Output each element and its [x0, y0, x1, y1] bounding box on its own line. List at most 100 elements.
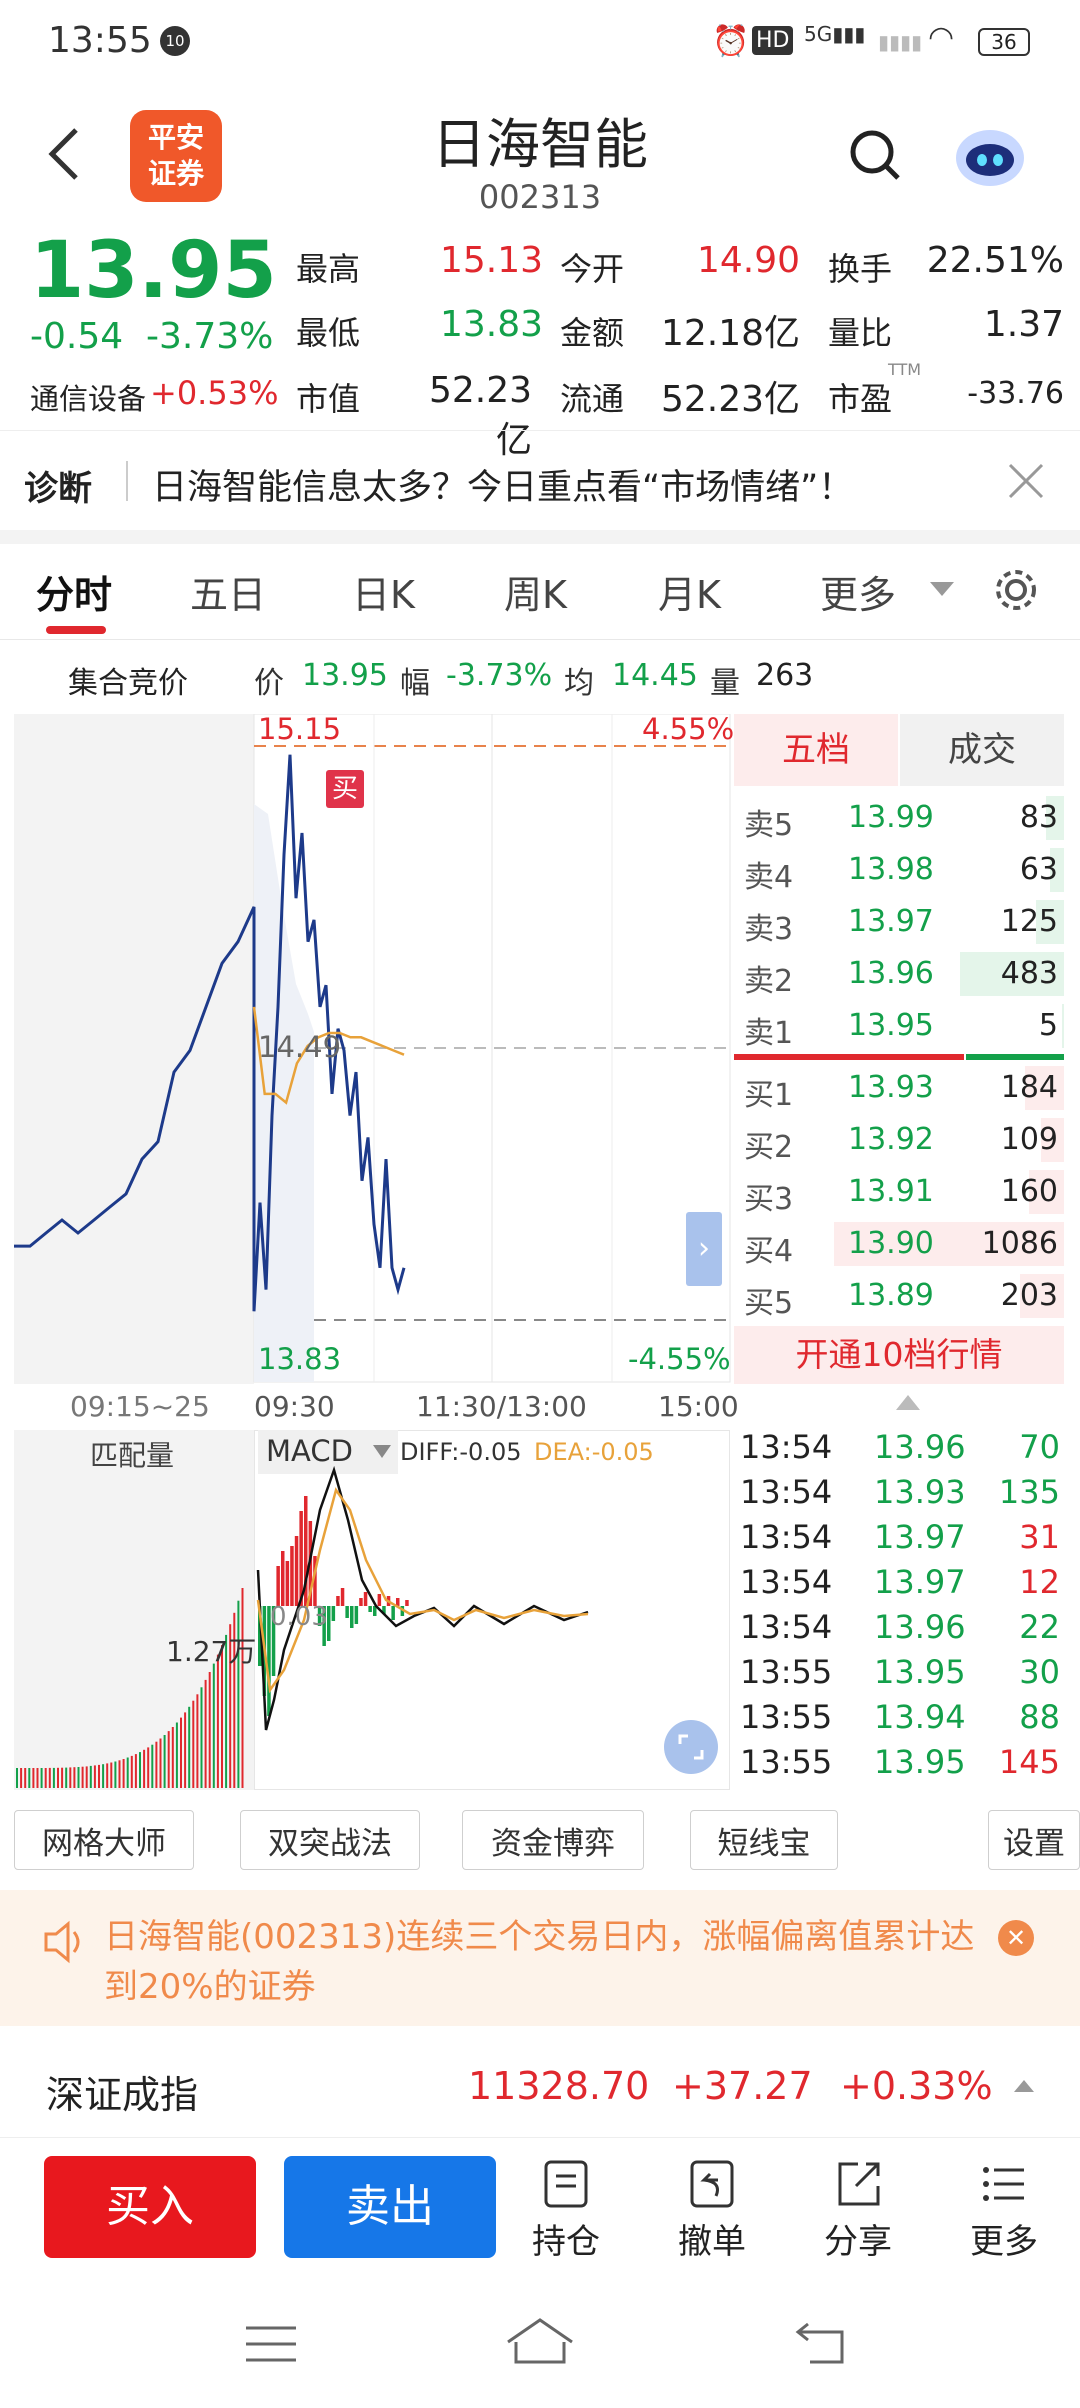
- open-10-levels-button[interactable]: 开通10档行情: [734, 1326, 1064, 1384]
- trade-price: 13.95: [874, 1743, 966, 1781]
- level-price: 13.90: [848, 1226, 934, 1261]
- chevron-down-icon[interactable]: [928, 580, 956, 600]
- trade-volume: 30: [1019, 1653, 1060, 1691]
- last-price: 13.95: [30, 226, 277, 316]
- tab-daily-k[interactable]: 日K: [352, 564, 415, 619]
- gear-icon[interactable]: [992, 566, 1040, 614]
- ask-level-row[interactable]: 卖3 13.97 125: [734, 896, 1064, 948]
- auction-area: [14, 714, 254, 1384]
- trade-row: 13:55 13.94 88: [736, 1696, 1066, 1741]
- trade-row: 13:55 13.95 145: [736, 1741, 1066, 1786]
- collapse-up-icon[interactable]: [894, 1392, 922, 1412]
- risk-notice[interactable]: 日海智能(002313)连续三个交易日内，涨幅偏离值累计达到20%的证券 ✕: [0, 1890, 1080, 2026]
- bid-level-row[interactable]: 买2 13.92 109: [734, 1114, 1064, 1166]
- macd-zero-label: 0.03: [270, 1602, 328, 1632]
- trade-time: 13:54: [740, 1563, 833, 1601]
- grid-master-button[interactable]: 网格大师: [14, 1810, 194, 1870]
- diagnosis-text[interactable]: 日海智能信息太多？今日重点看“市场情绪”！: [152, 459, 853, 510]
- ask-level-row[interactable]: 卖4 13.98 63: [734, 844, 1064, 896]
- quote-panel: 13.95 -0.54 -3.73% 通信设备 +0.53% 最高 15.13 …: [0, 226, 1080, 461]
- diagnosis-banner[interactable]: 诊断 日海智能信息太多？今日重点看“市场情绪”！: [0, 430, 1080, 530]
- auction-volume-bar: [139, 1752, 141, 1788]
- auction-volume-bar: [118, 1760, 121, 1788]
- trade-time: 13:54: [740, 1608, 833, 1646]
- share-button[interactable]: 分享: [808, 2158, 908, 2268]
- holdings-button[interactable]: 持仓: [516, 2158, 616, 2268]
- back-icon[interactable]: [44, 124, 84, 184]
- ask-level-row[interactable]: 卖1 13.95 5: [734, 1000, 1064, 1052]
- auction-volume-bar: [52, 1767, 55, 1788]
- back-nav-icon[interactable]: [794, 2318, 850, 2368]
- bid-levels: 买1 13.93 184 买2 13.92 109 买3 13.91 160 买4 13.90 108…: [734, 1062, 1064, 1326]
- sector-change: +0.53%: [150, 374, 279, 412]
- auction-volume-bar: [155, 1741, 158, 1788]
- tab-more[interactable]: 更多: [820, 564, 896, 619]
- bottom-action-bar: 买入 卖出 持仓 撤单 分享 更多: [0, 2140, 1080, 2280]
- auction-volume-bar: [102, 1764, 105, 1788]
- buy-marker[interactable]: 买: [326, 770, 364, 808]
- level-volume: 63: [1019, 852, 1058, 887]
- tab-monthly-k[interactable]: 月K: [658, 564, 721, 619]
- period-tabs: 分时 五日 日K 周K 月K 更多: [0, 544, 1080, 640]
- tab-intraday[interactable]: 分时: [36, 564, 112, 619]
- level-price: 13.91: [848, 1174, 934, 1209]
- trade-time: 13:55: [740, 1653, 833, 1691]
- search-icon[interactable]: [846, 126, 902, 186]
- cancel-label: 撤单: [678, 2222, 746, 2262]
- float-value: 52.23亿: [660, 379, 800, 420]
- cancel-order-button[interactable]: 撤单: [662, 2158, 762, 2268]
- fund-game-button[interactable]: 资金博弈: [462, 1810, 644, 1870]
- broker-logo[interactable]: 平安 证券: [130, 110, 222, 202]
- trade-volume: 31: [1019, 1518, 1060, 1556]
- index-ticker[interactable]: 深证成指 11328.70 +37.27 +0.33%: [0, 2032, 1080, 2138]
- settings-button[interactable]: 设置: [988, 1810, 1080, 1870]
- bid-level-row[interactable]: 买5 13.89 203: [734, 1270, 1064, 1322]
- level-volume: 160: [1000, 1174, 1058, 1209]
- auction-volume-bar: [237, 1600, 240, 1788]
- macd-bar: [391, 1606, 395, 1620]
- low-value: 13.83: [440, 304, 544, 345]
- tab-five-levels[interactable]: 五档: [734, 714, 898, 786]
- level-volume: 184: [1000, 1070, 1058, 1105]
- sell-button[interactable]: 卖出: [284, 2156, 496, 2258]
- trade-row: 13:55 13.95 30: [736, 1651, 1066, 1696]
- bid-level-row[interactable]: 买4 13.90 1086: [734, 1218, 1064, 1270]
- expand-up-icon[interactable]: [1012, 2078, 1036, 2094]
- auction-volume-bars: [16, 1588, 244, 1788]
- holdings-label: 持仓: [532, 2222, 600, 2262]
- info-range: -3.73%: [446, 658, 553, 693]
- macd-panel[interactable]: 匹配量 MACD DIFF:-0.05 DEA:-0.05 0.03 1.27万: [14, 1430, 732, 1790]
- more-button[interactable]: 更多: [954, 2158, 1054, 2268]
- tab-weekly-k[interactable]: 周K: [504, 564, 567, 619]
- auction-volume-bar: [159, 1738, 162, 1788]
- auction-volume-bar: [122, 1759, 125, 1788]
- trade-price: 13.97: [874, 1563, 966, 1601]
- tab-five-day[interactable]: 五日: [190, 564, 266, 619]
- logo-line2: 证券: [147, 157, 204, 190]
- short-line-button[interactable]: 短线宝: [690, 1810, 838, 1870]
- home-icon[interactable]: [504, 2314, 576, 2368]
- close-notice-icon[interactable]: ✕: [998, 1920, 1034, 1956]
- sector-label[interactable]: 通信设备: [30, 376, 146, 418]
- amount-value: 12.18亿: [660, 313, 800, 354]
- menu-list-icon: [983, 2167, 1024, 2201]
- trade-row: 13:54 13.96 70: [736, 1426, 1066, 1471]
- top-price-label: 15.15: [258, 712, 342, 746]
- bid-level-row[interactable]: 买3 13.91 160: [734, 1166, 1064, 1218]
- close-icon[interactable]: [1006, 461, 1046, 501]
- bid-level-row[interactable]: 买1 13.93 184: [734, 1062, 1064, 1114]
- robot-assistant-icon[interactable]: [950, 120, 1030, 192]
- double-break-button[interactable]: 双突战法: [240, 1810, 420, 1870]
- fullscreen-icon[interactable]: [664, 1720, 718, 1774]
- expand-panel-icon[interactable]: ›: [686, 1212, 722, 1286]
- function-buttons: 网格大师 双突战法 资金博弈 短线宝 设置: [0, 1800, 1080, 1876]
- recent-apps-icon[interactable]: [244, 2322, 298, 2366]
- macd-bar: [377, 1594, 382, 1606]
- ask-levels: 卖5 13.99 83 卖4 13.98 63 卖3 13.97 125 卖2 13.96 483 卖1…: [734, 792, 1064, 1056]
- ask-level-row[interactable]: 卖2 13.96 483: [734, 948, 1064, 1000]
- tab-trades[interactable]: 成交: [900, 714, 1064, 786]
- level-price: 13.89: [848, 1278, 934, 1313]
- ask-level-row[interactable]: 卖5 13.99 83: [734, 792, 1064, 844]
- intraday-chart[interactable]: 15.15 4.55% 14.49 13.83 -4.55% 买 ›: [14, 712, 734, 1384]
- buy-button[interactable]: 买入: [44, 2156, 256, 2258]
